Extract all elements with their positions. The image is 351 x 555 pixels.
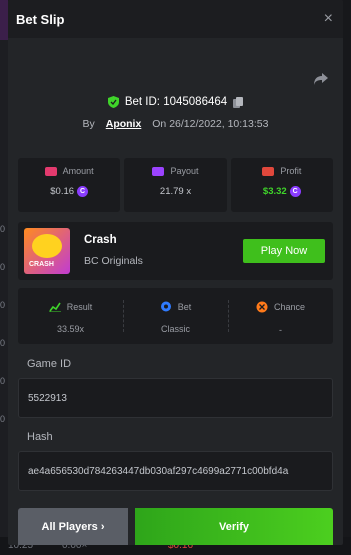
shield-icon [107, 96, 119, 108]
result-row: Result 33.59x Bet Classic Chance - [18, 288, 333, 344]
bet-info-card: Bet ID: 1045086464 By Aponix On 26/12/20… [18, 48, 333, 148]
result-label: Result [66, 301, 93, 312]
burst-icon [32, 234, 62, 258]
stat-value-row: $0.16 C [18, 186, 120, 197]
stat-label: Amount [62, 166, 94, 176]
background-number: 0 [0, 414, 6, 424]
on-label: On [152, 118, 167, 130]
thumbnail-text: CRASH [29, 261, 54, 268]
username-link[interactable]: Aponix [106, 118, 142, 130]
verify-button[interactable]: Verify [135, 508, 333, 545]
stat-value: 21.79 x [159, 186, 192, 197]
result-cell-chance: Chance - [228, 288, 333, 344]
stat-payout: Payout 21.79 x [124, 158, 227, 212]
bet-datetime: 26/12/2022, 10:13:53 [169, 118, 269, 130]
stat-amount: Amount $0.16 C [18, 158, 121, 212]
game-provider: BC Originals [84, 255, 143, 267]
background-number: 0 [0, 300, 6, 310]
result-label: Chance [273, 302, 306, 312]
bet-stats: Amount $0.16 C Payout 21.79 x Profit $3.… [18, 158, 333, 212]
close-icon[interactable]: × [324, 11, 333, 27]
background-left-edge: 0 0 0 0 0 0 [0, 0, 8, 555]
by-label: By [82, 118, 95, 130]
profit-icon [262, 166, 275, 176]
copy-icon[interactable] [233, 96, 244, 108]
result-value: Classic [160, 324, 190, 334]
crash-game-thumbnail[interactable]: CRASH [24, 228, 70, 274]
background-stripe [0, 0, 8, 40]
background-number: 0 [0, 262, 6, 272]
stat-value-row: $3.32 C [231, 186, 333, 197]
background-number: 0 [0, 338, 6, 348]
all-players-button[interactable]: All Players › [18, 508, 128, 545]
bet-id-row: Bet ID: 1045086464 [18, 96, 333, 108]
hash-field[interactable]: ae4a656530d784263447db030af297c4699a2771… [18, 451, 333, 491]
modal-title: Bet Slip [16, 11, 65, 27]
background-number: 0 [0, 224, 6, 234]
result-value: 33.59x [56, 324, 85, 334]
play-now-button[interactable]: Play Now [243, 239, 325, 263]
stat-value-row: 21.79 x [124, 186, 226, 197]
game-id-field[interactable]: 5522913 [18, 378, 333, 418]
result-label-row: Chance [228, 301, 333, 313]
chart-icon [48, 302, 61, 312]
stat-label: Payout [170, 166, 199, 176]
game-row: CRASH Crash BC Originals Play Now [18, 222, 333, 280]
coin-icon: C [77, 186, 89, 197]
background-number: 0 [0, 376, 6, 386]
bet-id: Bet ID: 1045086464 [124, 96, 228, 108]
modal-header: Bet Slip × [8, 0, 343, 38]
game-name: Crash [84, 234, 117, 246]
result-cell-result: Result 33.59x [18, 288, 123, 344]
payout-icon [152, 166, 165, 176]
stat-label-row: Amount [18, 166, 120, 176]
modal-footer: All Players › Verify [18, 508, 333, 545]
stat-value: $0.16 [50, 186, 75, 197]
game-id-label: Game ID [27, 358, 72, 370]
bet-slip-modal: Bet Slip × Bet ID: 1045086464 By Aponix … [8, 0, 343, 545]
chevron-right-icon: › [97, 520, 105, 533]
chance-icon [256, 301, 268, 313]
result-cell-bet: Bet Classic [123, 288, 228, 344]
amount-icon [44, 166, 57, 176]
bet-icon [160, 301, 171, 312]
hash-label: Hash [27, 431, 53, 443]
share-icon[interactable] [313, 72, 329, 86]
all-players-label: All Players [41, 520, 98, 533]
bet-author-row: By Aponix On 26/12/2022, 10:13:53 [18, 118, 333, 130]
stat-profit: Profit $3.32 C [230, 158, 333, 212]
stat-label-row: Payout [124, 166, 226, 176]
coin-icon: C [289, 186, 301, 197]
result-label-row: Result [18, 301, 123, 312]
result-value: - [279, 325, 282, 335]
stat-value: $3.32 [262, 186, 287, 197]
result-label-row: Bet [123, 301, 228, 312]
stat-label: Profit [280, 166, 302, 176]
stat-label-row: Profit [231, 166, 333, 176]
result-label: Bet [177, 301, 192, 312]
